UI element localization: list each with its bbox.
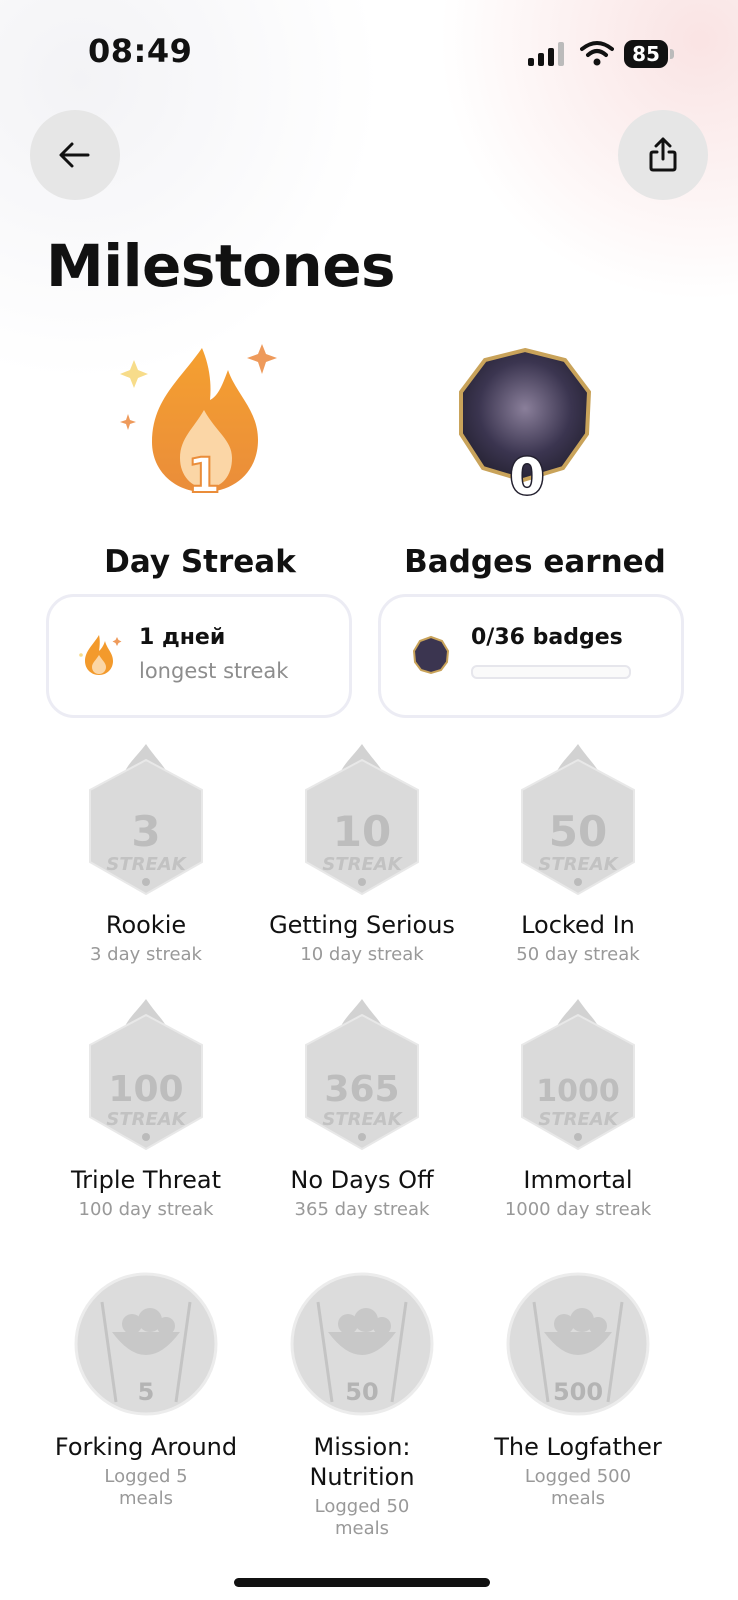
streak-badge-icon: 50 STREAK [521, 744, 635, 896]
badge-requirement: 10 day streak [300, 944, 424, 965]
svg-text:STREAK: STREAK [106, 854, 187, 875]
badge-item[interactable]: 3 STREAK Rookie 3 day streak [36, 740, 256, 1000]
home-indicator [234, 1578, 490, 1587]
share-button[interactable] [618, 110, 708, 200]
meal-badge-icon: 5 [74, 1272, 218, 1416]
streak-badge-icon: 100 STREAK [89, 999, 203, 1151]
badge-name: Locked In [521, 911, 635, 939]
arrow-left-icon [59, 142, 90, 168]
share-icon [649, 137, 677, 172]
meal-badge-icon: 500 [506, 1272, 650, 1416]
badge-name: Getting Serious [269, 911, 455, 939]
battery-icon: 85 [624, 40, 676, 68]
status-time: 08:49 [88, 32, 193, 70]
streak-count: 1 [187, 448, 220, 504]
day-streak-summary: 1 Day Streak [30, 340, 370, 580]
badges-earned-summary: 0 Badges earned [365, 340, 705, 580]
svg-text:STREAK: STREAK [322, 1109, 403, 1130]
svg-text:STREAK: STREAK [538, 1109, 619, 1130]
svg-text:1000: 1000 [536, 1074, 620, 1109]
badges-progress-bar [471, 665, 631, 679]
flame-icon [79, 635, 122, 675]
badge-item[interactable]: 500 The Logfather Logged 500 meals [468, 1262, 688, 1522]
badge-requirement: Logged 5 meals [104, 1466, 188, 1509]
badge-name: Forking Around [54, 1433, 238, 1461]
streak-badge-icon: 365 STREAK [305, 999, 419, 1151]
badge-item[interactable]: 5 Forking Around Logged 5 meals [36, 1262, 256, 1522]
svg-text:50: 50 [345, 1378, 378, 1406]
battery-level: 85 [624, 40, 668, 68]
svg-text:3: 3 [131, 807, 160, 856]
badge-name: Triple Threat [70, 1166, 222, 1194]
badge-octagon-icon [412, 635, 450, 675]
svg-text:STREAK: STREAK [538, 854, 619, 875]
badge-name: Rookie [105, 911, 187, 939]
badge-item[interactable]: 100 STREAK Triple Threat 100 day streak [36, 995, 256, 1255]
cellular-signal-icon [528, 42, 564, 66]
badges-progress-value: 0/36 badges [471, 625, 623, 650]
svg-text:365: 365 [324, 1069, 399, 1110]
svg-text:100: 100 [108, 1069, 183, 1110]
badge-requirement: 1000 day streak [504, 1199, 652, 1220]
svg-text:5: 5 [138, 1378, 155, 1406]
streak-badge-icon: 10 STREAK [305, 744, 419, 896]
badge-item[interactable]: 10 STREAK Getting Serious 10 day streak [252, 740, 472, 1000]
sparkle-icon [120, 414, 136, 430]
badge-requirement: Logged 500 meals [524, 1466, 632, 1509]
badge-item[interactable]: 50 Mission: Nutrition Logged 50 meals [252, 1262, 472, 1539]
streak-badge-icon: 3 STREAK [89, 744, 203, 896]
badge-item[interactable]: 50 STREAK Locked In 50 day streak [468, 740, 688, 1000]
svg-text:STREAK: STREAK [106, 1109, 187, 1130]
wifi-icon [580, 41, 614, 66]
badges-progress-card: 0/36 badges [378, 594, 684, 718]
day-streak-label: Day Streak [104, 544, 296, 580]
badge-octagon-icon: 0 [459, 347, 592, 508]
badge-item[interactable]: 365 STREAK No Days Off 365 day streak [252, 995, 472, 1255]
badges-count: 0 [510, 448, 545, 506]
flame-icon: 1 [120, 344, 277, 505]
badge-item[interactable]: 1000 STREAK Immortal 1000 day streak [468, 995, 688, 1255]
sparkle-icon [247, 344, 277, 374]
svg-text:50: 50 [549, 807, 607, 856]
meal-badge-icon: 50 [290, 1272, 434, 1416]
badges-earned-label: Badges earned [404, 544, 666, 580]
badge-name: No Days Off [290, 1166, 434, 1194]
streak-badge-icon: 1000 STREAK [521, 999, 635, 1151]
longest-streak-caption: longest streak [139, 659, 289, 683]
badge-name: The Logfather [494, 1433, 662, 1461]
svg-text:10: 10 [333, 807, 391, 856]
longest-streak-card: 1 дней longest streak [46, 594, 352, 718]
longest-streak-value: 1 дней [139, 625, 226, 650]
status-bar: 08:49 85 [0, 0, 738, 100]
badge-requirement: Logged 50 meals [314, 1496, 410, 1539]
badge-name: Mission: Nutrition [309, 1433, 415, 1491]
badge-requirement: 3 day streak [90, 944, 202, 965]
svg-text:500: 500 [553, 1378, 603, 1406]
back-button[interactable] [30, 110, 120, 200]
sparkle-icon [120, 360, 148, 388]
page-title: Milestones [46, 232, 396, 300]
badge-requirement: 50 day streak [516, 944, 640, 965]
badge-requirement: 100 day streak [78, 1199, 214, 1220]
badge-name: Immortal [523, 1166, 633, 1194]
badge-requirement: 365 day streak [294, 1199, 430, 1220]
svg-text:STREAK: STREAK [322, 854, 403, 875]
